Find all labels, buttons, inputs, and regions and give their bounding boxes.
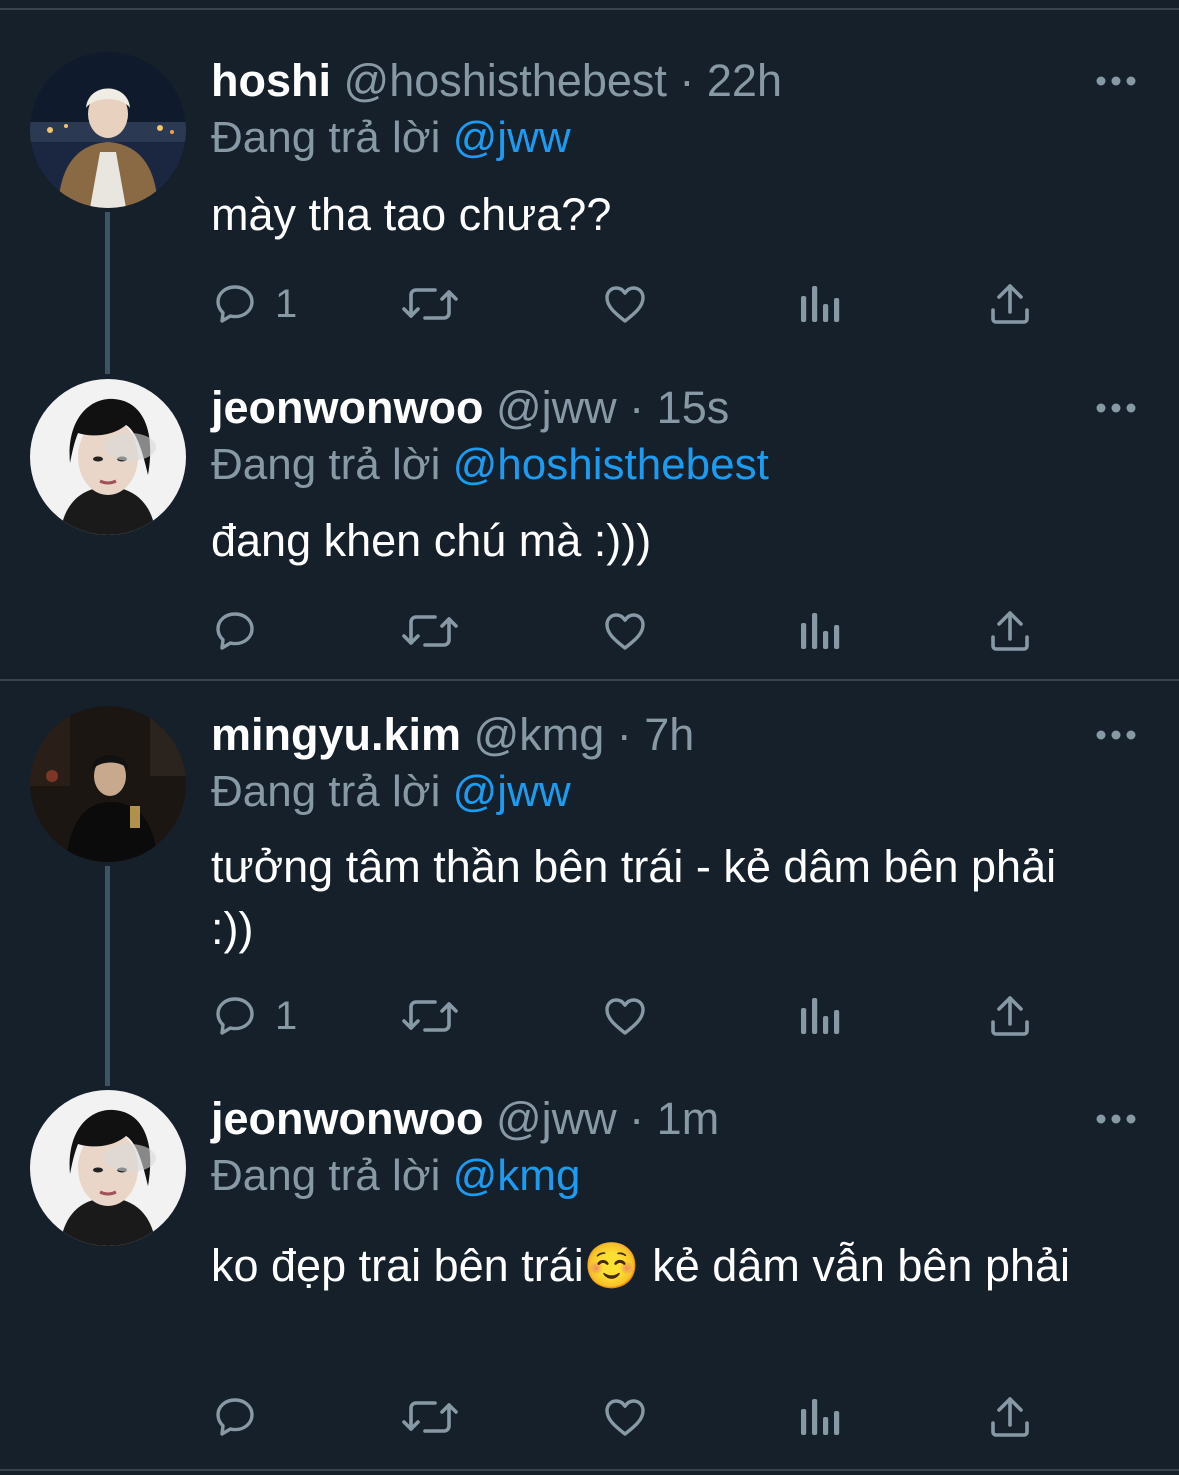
mention-link[interactable]: @kmg [453, 1151, 581, 1200]
reply-icon [216, 285, 254, 323]
tweet-text: mày tha tao chưa?? [211, 189, 612, 240]
more-icon[interactable] [1094, 74, 1138, 88]
share-button[interactable] [987, 1391, 1033, 1443]
tweet-header: mingyu.kim @kmg · 7h [211, 709, 694, 761]
display-name[interactable]: jeonwonwoo [211, 382, 483, 433]
share-icon [991, 611, 1029, 651]
reply-button[interactable]: 1 [211, 278, 297, 330]
avatar[interactable] [30, 52, 186, 208]
more-icon[interactable] [1094, 1112, 1138, 1126]
separator: · [604, 709, 645, 760]
reply-count: 1 [275, 993, 298, 1038]
reply-icon [216, 997, 254, 1035]
retweet-icon [402, 1401, 458, 1433]
replying-to: Đang trả lời @jww [211, 766, 571, 818]
retweet-button[interactable] [401, 1391, 459, 1443]
reply-icon [216, 612, 254, 650]
tweet[interactable]: jeonwonwoo @jww · 15s Đang trả lời @hosh… [0, 355, 1179, 680]
share-button[interactable] [987, 990, 1033, 1042]
conversation-timeline: hoshi @hoshisthebest · 22h Đang trả lời … [0, 0, 1179, 1475]
like-icon [605, 998, 645, 1035]
analytics-button[interactable] [797, 990, 841, 1042]
separator: · [616, 1093, 657, 1144]
tweet-actions [211, 1391, 1051, 1443]
analytics-icon [801, 998, 840, 1034]
share-button[interactable] [987, 278, 1033, 330]
reply-button[interactable] [211, 605, 275, 657]
replying-to-label: Đang trả lời [211, 113, 441, 162]
analytics-icon [801, 613, 840, 649]
display-name[interactable]: mingyu.kim [211, 709, 461, 760]
replying-to: Đang trả lời @hoshisthebest [211, 439, 769, 491]
like-icon [605, 1399, 645, 1436]
like-icon [605, 613, 645, 650]
replying-to: Đang trả lời @kmg [211, 1150, 580, 1202]
avatar[interactable] [30, 706, 186, 862]
share-icon [991, 996, 1029, 1036]
timestamp[interactable]: 22h [707, 55, 782, 106]
tweet-actions: 1 [211, 278, 1051, 330]
mention-link[interactable]: @hoshisthebest [453, 440, 769, 489]
display-name[interactable]: jeonwonwoo [211, 1093, 483, 1144]
handle[interactable]: @kmg [474, 709, 605, 760]
analytics-icon [801, 1399, 840, 1435]
tweet-actions: 1 [211, 990, 1051, 1042]
tweet-header: jeonwonwoo @jww · 15s [211, 382, 729, 434]
display-name[interactable]: hoshi [211, 55, 331, 106]
more-icon[interactable] [1094, 728, 1138, 742]
tweet[interactable]: jeonwonwoo @jww · 1m Đang trả lời @kmg k… [0, 1081, 1179, 1469]
reply-button[interactable] [211, 1391, 275, 1443]
analytics-button[interactable] [797, 605, 841, 657]
share-icon [991, 1397, 1029, 1437]
retweet-icon [402, 288, 458, 320]
like-button[interactable] [601, 278, 649, 330]
analytics-button[interactable] [797, 278, 841, 330]
like-button[interactable] [601, 605, 649, 657]
retweet-button[interactable] [401, 990, 459, 1042]
tweet[interactable]: mingyu.kim @kmg · 7h Đang trả lời @jww t… [0, 681, 1179, 1081]
more-icon[interactable] [1094, 401, 1138, 415]
separator: · [616, 382, 657, 433]
retweet-icon [402, 1000, 458, 1032]
analytics-button[interactable] [797, 1391, 841, 1443]
tweet-text: ko đẹp trai bên trái☺️ kẻ dâm vẫn bên ph… [211, 1240, 1071, 1291]
reply-button[interactable]: 1 [211, 990, 297, 1042]
tweet-header: jeonwonwoo @jww · 1m [211, 1093, 719, 1145]
avatar[interactable] [30, 379, 186, 535]
handle[interactable]: @jww [496, 382, 617, 433]
bottom-divider [0, 1469, 1179, 1471]
handle[interactable]: @hoshisthebest [344, 55, 667, 106]
tweet-text: tưởng tâm thần bên trái - kẻ dâm bên phả… [211, 841, 1057, 954]
reply-count: 1 [275, 281, 298, 326]
like-icon [605, 286, 645, 323]
share-button[interactable] [987, 605, 1033, 657]
retweet-button[interactable] [401, 278, 459, 330]
tweet[interactable]: hoshi @hoshisthebest · 22h Đang trả lời … [0, 0, 1179, 355]
analytics-icon [801, 286, 840, 322]
retweet-button[interactable] [401, 605, 459, 657]
mention-link[interactable]: @jww [453, 113, 571, 162]
reply-icon [216, 1398, 254, 1436]
handle[interactable]: @jww [496, 1093, 617, 1144]
share-icon [991, 284, 1029, 324]
replying-to: Đang trả lời @jww [211, 112, 571, 164]
timestamp[interactable]: 15s [657, 382, 730, 433]
tweet-header: hoshi @hoshisthebest · 22h [211, 55, 782, 107]
separator: · [666, 55, 707, 106]
mention-link[interactable]: @jww [453, 767, 571, 816]
avatar[interactable] [30, 1090, 186, 1246]
tweet-actions [211, 605, 1051, 657]
like-button[interactable] [601, 1391, 649, 1443]
timestamp[interactable]: 7h [644, 709, 694, 760]
tweet-text: đang khen chú mà :))) [211, 515, 652, 566]
replying-to-label: Đang trả lời [211, 440, 441, 489]
replying-to-label: Đang trả lời [211, 767, 441, 816]
replying-to-label: Đang trả lời [211, 1151, 441, 1200]
retweet-icon [402, 615, 458, 647]
timestamp[interactable]: 1m [657, 1093, 720, 1144]
like-button[interactable] [601, 990, 649, 1042]
